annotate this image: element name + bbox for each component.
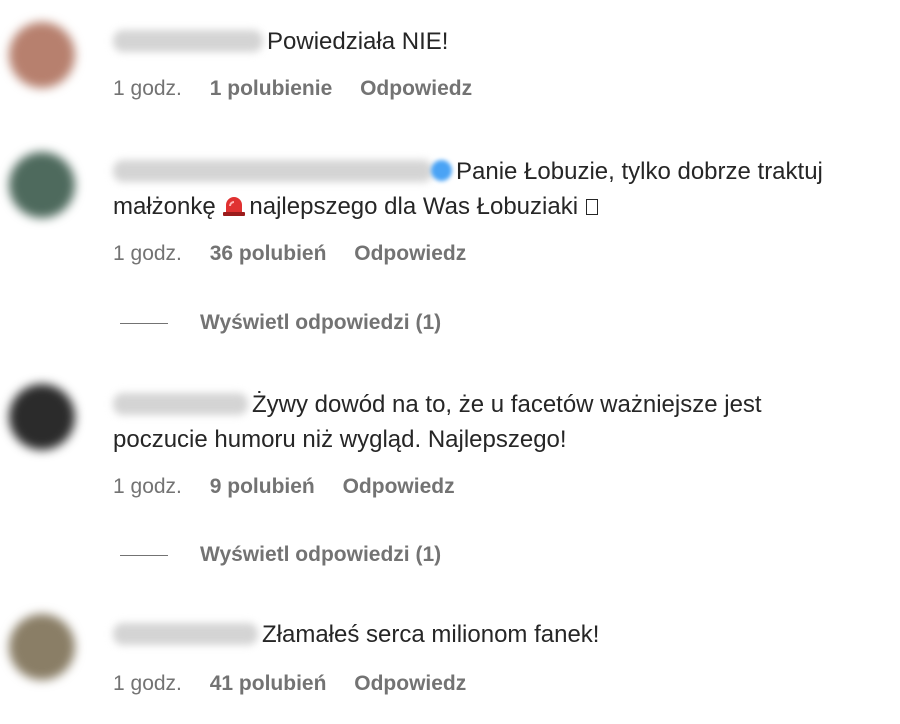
reply-button[interactable]: Odpowiedz xyxy=(354,242,466,266)
divider-line xyxy=(120,322,168,324)
username-blurred[interactable] xyxy=(113,623,258,645)
reply-button[interactable]: Odpowiedz xyxy=(360,77,472,101)
comment-text-line2-end: najlepszego dla Was Łobuziaki xyxy=(249,193,579,220)
avatar[interactable] xyxy=(9,614,75,680)
reply-button[interactable]: Odpowiedz xyxy=(343,475,455,499)
comment-text: Złamałeś serca milionom fanek! xyxy=(262,621,600,648)
comment-text-line1: Panie Łobuzie, tylko dobrze traktuj xyxy=(456,158,823,185)
divider-line xyxy=(120,554,168,556)
avatar[interactable] xyxy=(9,152,75,218)
comment-text-line1: Żywy dowód na to, że u facetów ważniejsz… xyxy=(252,391,762,418)
police-light-icon xyxy=(223,197,246,216)
comment-likes[interactable]: 9 polubień xyxy=(210,475,315,499)
view-replies-button[interactable]: Wyświetl odpowiedzi (1) xyxy=(120,311,441,335)
avatar[interactable] xyxy=(9,384,75,450)
view-replies-button[interactable]: Wyświetl odpowiedzi (1) xyxy=(120,543,441,567)
username-blurred[interactable] xyxy=(113,30,263,52)
username-blurred[interactable] xyxy=(113,160,433,182)
comment-time[interactable]: 1 godz. xyxy=(113,475,182,499)
comment-likes[interactable]: 36 polubień xyxy=(210,242,327,266)
comment-time[interactable]: 1 godz. xyxy=(113,77,182,101)
comment-text: Powiedziała NIE! xyxy=(267,28,449,55)
verified-badge-icon xyxy=(431,160,452,181)
comment-time[interactable]: 1 godz. xyxy=(113,672,182,696)
comment-time[interactable]: 1 godz. xyxy=(113,242,182,266)
username-blurred[interactable] xyxy=(113,393,248,415)
comment-likes[interactable]: 1 polubienie xyxy=(210,77,333,101)
reply-button[interactable]: Odpowiedz xyxy=(354,672,466,696)
avatar[interactable] xyxy=(9,22,75,88)
view-replies-label: Wyświetl odpowiedzi (1) xyxy=(200,311,442,334)
missing-glyph-icon xyxy=(586,199,599,215)
view-replies-label: Wyświetl odpowiedzi (1) xyxy=(200,543,442,566)
comment-text-line2-start: małżonkę xyxy=(113,193,216,220)
comment-text-line2: poczucie humoru niż wygląd. Najlepszego! xyxy=(113,426,567,453)
comment-likes[interactable]: 41 polubień xyxy=(210,672,327,696)
